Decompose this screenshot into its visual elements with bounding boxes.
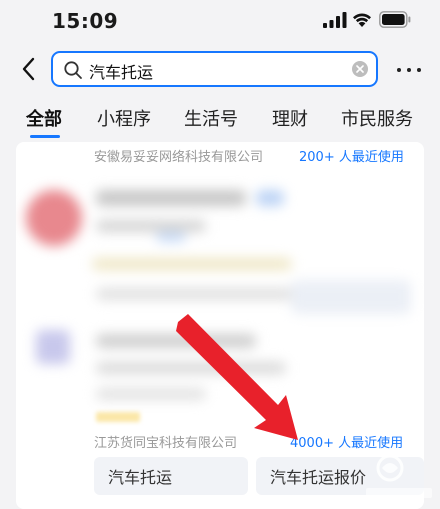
result-company-name: 安徽易妥妥网络科技有限公司 [94, 150, 264, 165]
more-dot-icon [417, 68, 421, 72]
battery-icon [379, 11, 411, 28]
tab-life-accounts[interactable]: 生活号 [184, 105, 238, 131]
result-tag [96, 412, 140, 422]
search-query-text: 汽车托运 [89, 63, 154, 82]
status-bar: 15:09 [0, 0, 440, 42]
cellular-signal-icon [323, 12, 347, 28]
active-tab-indicator [30, 135, 60, 138]
search-input[interactable]: 汽车托运 [51, 51, 378, 87]
service-button-car-shipping[interactable]: 汽车托运 [94, 457, 248, 495]
more-dot-icon [407, 68, 411, 72]
status-time: 15:09 [52, 9, 119, 33]
chevron-left-icon [22, 57, 35, 81]
result-usage-count: 200+ 人最近使用 [299, 150, 404, 165]
tab-mini-programs[interactable]: 小程序 [97, 105, 151, 131]
back-button[interactable] [14, 54, 42, 84]
clear-search-button[interactable] [352, 61, 368, 77]
service-button-label: 汽车托运报价 [270, 468, 367, 487]
result-usage-count: 4000+ 人最近使用 [290, 436, 404, 451]
category-tabs: 全部 小程序 生活号 理财 市民服务 [0, 98, 440, 138]
search-bar-row: 汽车托运 [0, 44, 440, 96]
search-icon [64, 61, 82, 79]
wifi-icon [353, 13, 371, 27]
result-company-name: 江苏货同宝科技有限公司 [94, 436, 238, 451]
close-icon [356, 65, 364, 73]
service-button-label: 汽车托运 [108, 468, 173, 487]
tab-citizen-services[interactable]: 市民服务 [341, 105, 413, 131]
more-options-button[interactable] [397, 60, 421, 80]
more-dot-icon [397, 68, 401, 72]
watermark-logo [366, 454, 432, 498]
tab-all[interactable]: 全部 [26, 105, 62, 131]
tab-finance[interactable]: 理财 [272, 105, 308, 131]
blurred-results [16, 170, 424, 428]
